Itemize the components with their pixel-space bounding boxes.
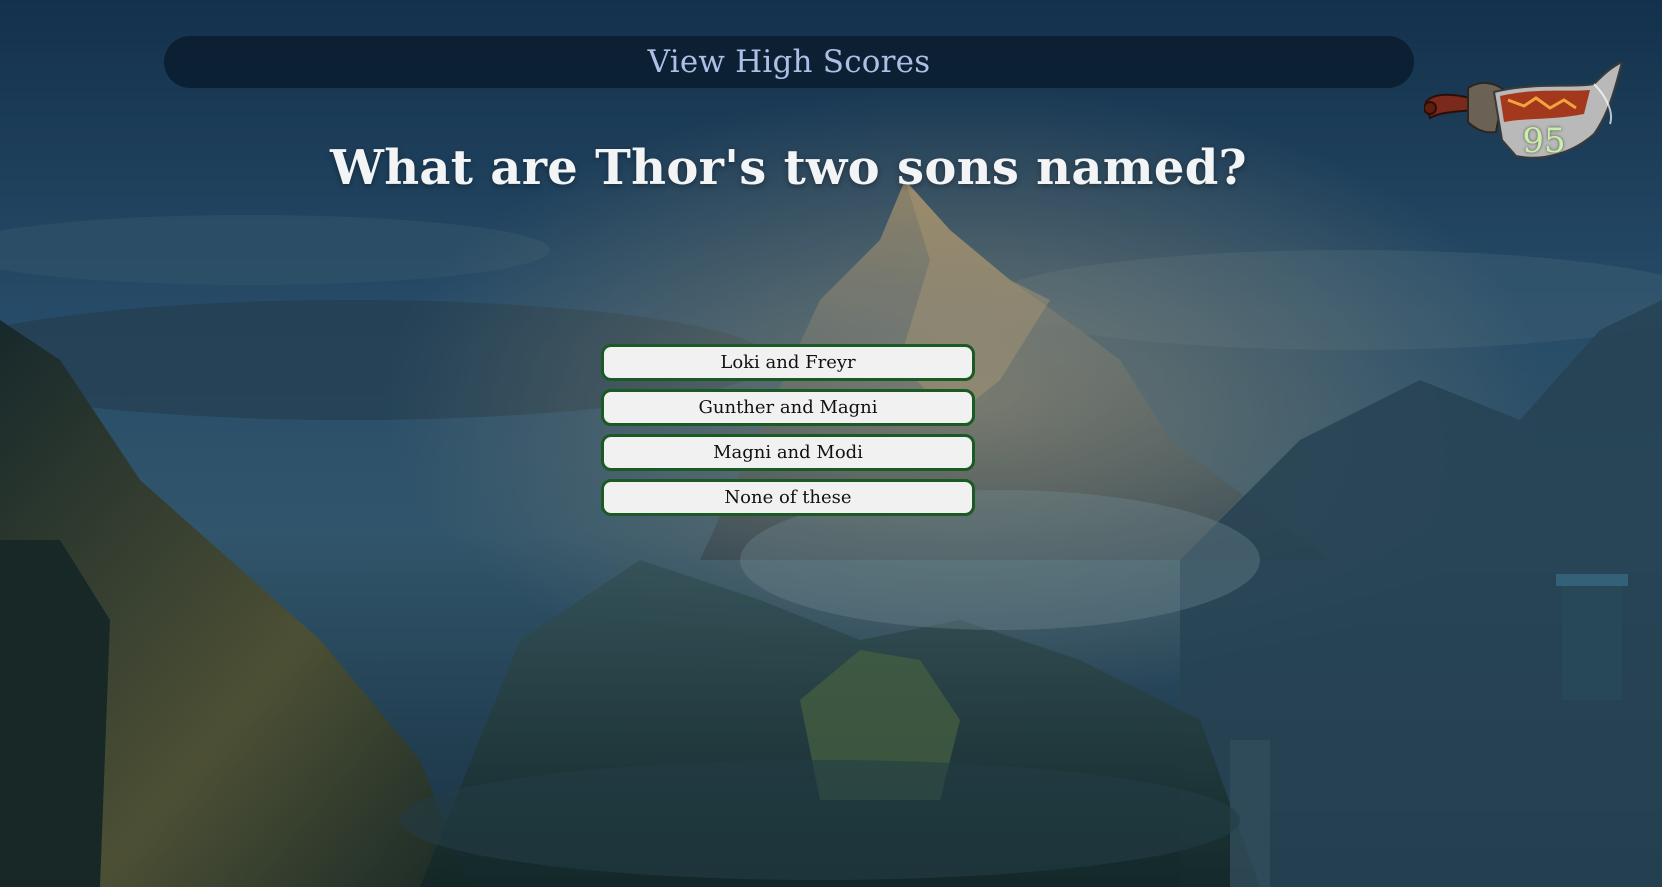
answer-button-2[interactable]: Gunther and Magni <box>601 389 975 426</box>
question-text: What are Thor's two sons named? <box>330 140 1247 196</box>
view-high-scores-button[interactable]: View High Scores <box>164 36 1414 88</box>
answer-button-4[interactable]: None of these <box>601 479 975 516</box>
view-high-scores-label: View High Scores <box>647 44 931 80</box>
answer-list: Loki and Freyr Gunther and Magni Magni a… <box>601 344 975 516</box>
answer-button-3[interactable]: Magni and Modi <box>601 434 975 471</box>
answer-button-1[interactable]: Loki and Freyr <box>601 344 975 381</box>
